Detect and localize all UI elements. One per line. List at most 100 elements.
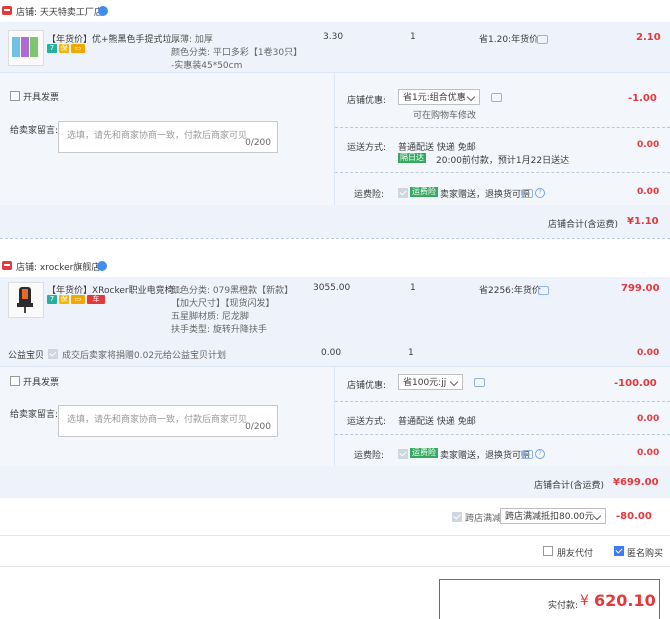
insurance-text: 卖家赠送，退换货可赔 bbox=[440, 190, 531, 200]
char-count: 0/200 bbox=[245, 422, 271, 432]
cross-store-row: 跨店满减 跨店满减抵扣80.00元 -80.00 bbox=[0, 499, 670, 536]
invoice-checkbox[interactable] bbox=[10, 376, 20, 386]
chat-icon[interactable] bbox=[522, 450, 533, 459]
shop-name-link[interactable]: 店铺: xrocker旗舰店 bbox=[16, 260, 100, 273]
insurance-tag: 运费险 bbox=[410, 448, 438, 458]
divider bbox=[335, 401, 670, 402]
insurance-checkbox[interactable] bbox=[398, 188, 408, 198]
seller-message-input[interactable]: 选填，请先和商家协商一致，付款后商家可见 0/200 bbox=[58, 405, 278, 437]
invoice-label: 开具发票 bbox=[23, 93, 60, 103]
promo-label: 店铺优惠: bbox=[347, 381, 387, 391]
message-placeholder: 选填，请先和商家协商一致，付款后商家可见 bbox=[67, 131, 248, 141]
divider bbox=[334, 73, 335, 205]
invoice-label: 开具发票 bbox=[23, 378, 60, 388]
wangwang-chat-icon[interactable] bbox=[98, 6, 108, 16]
divider bbox=[0, 238, 670, 239]
discount-note: 省1.20:年货价 bbox=[479, 35, 539, 45]
chat-icon[interactable] bbox=[537, 35, 548, 44]
shipping-label: 运送方式: bbox=[347, 143, 387, 153]
chat-icon[interactable] bbox=[491, 93, 502, 102]
guarantee-badge: 保 bbox=[59, 295, 69, 304]
cross-store-amount: -80.00 bbox=[616, 511, 652, 522]
gift-badge: 车 bbox=[87, 295, 105, 304]
insurance-checkbox[interactable] bbox=[398, 449, 408, 459]
shop-total: ¥699.00 bbox=[613, 477, 659, 488]
quantity: 1 bbox=[410, 32, 416, 42]
promo-label: 店铺优惠: bbox=[347, 96, 387, 106]
shop-header: 店铺: 天天特卖工厂店 bbox=[0, 0, 670, 22]
insurance-label: 运费险: bbox=[354, 190, 385, 200]
shipping-amount: 0.00 bbox=[637, 140, 660, 150]
item-subtotal: 2.10 bbox=[636, 32, 661, 43]
item-row: 【年货价】优+熊黑色手提式垃... 7 保 ▭ 厚薄: 加厚 颜色分类: 平口多… bbox=[0, 22, 670, 73]
unit-price: 3.30 bbox=[323, 32, 344, 42]
help-icon[interactable]: ? bbox=[535, 449, 545, 459]
promo-amount: -1.00 bbox=[628, 93, 657, 104]
promo-select[interactable]: 省1元:组合优惠 bbox=[398, 89, 480, 105]
unit-price: 3055.00 bbox=[313, 283, 351, 293]
chevron-down-icon bbox=[466, 92, 476, 102]
shipping-method: 普通配送 快递 免邮 bbox=[398, 143, 476, 153]
currency-symbol: ¥ bbox=[580, 593, 589, 609]
shop-total-label: 店铺合计(含运费) bbox=[548, 220, 619, 230]
shop-total-row: 店铺合计(含运费) ¥1.10 bbox=[0, 205, 670, 238]
grand-total-amount: 620.10 bbox=[594, 591, 656, 610]
cross-store-checkbox[interactable] bbox=[452, 512, 462, 522]
grand-total-box: 实付款: ¥ 620.10 bbox=[439, 579, 660, 619]
divider bbox=[334, 367, 335, 466]
spec-size: 【加大尺寸】【现货闪发】 bbox=[171, 299, 275, 309]
message-label: 给卖家留言: bbox=[10, 126, 59, 136]
friend-pay-label: 朋友代付 bbox=[557, 549, 594, 559]
spec-color: 颜色分类: 平口多彩【1卷30只】 bbox=[171, 48, 303, 58]
promo-select-value: 省1元:组合优惠 bbox=[403, 93, 466, 103]
charity-text: 成交后卖家将捐赠0.02元给公益宝贝计划 bbox=[62, 351, 227, 361]
cross-store-select-value: 跨店满减抵扣80.00元 bbox=[505, 512, 594, 522]
chevron-down-icon bbox=[449, 377, 459, 387]
product-thumbnail[interactable] bbox=[8, 282, 44, 318]
insurance-text: 卖家赠送，退换货可赔 bbox=[440, 451, 531, 461]
char-count: 0/200 bbox=[245, 138, 271, 148]
7day-return-badge: 7 bbox=[47, 295, 57, 304]
charity-checkbox[interactable] bbox=[48, 349, 58, 359]
anonymous-label: 匿名购买 bbox=[627, 549, 664, 559]
card-badge: ▭ bbox=[71, 295, 85, 304]
charity-price: 0.00 bbox=[321, 348, 342, 358]
guarantee-badge: 保 bbox=[59, 44, 69, 53]
next-day-tag: 隔日达 bbox=[398, 153, 426, 163]
spec-thickness: 厚薄: 加厚 bbox=[171, 35, 213, 45]
chat-icon[interactable] bbox=[474, 378, 485, 387]
cross-store-label: 跨店满减 bbox=[465, 514, 502, 524]
shop-total-row: 店铺合计(含运费) ¥699.00 bbox=[0, 466, 670, 498]
item-subtotal: 799.00 bbox=[621, 283, 660, 294]
shop-total: ¥1.10 bbox=[627, 216, 659, 227]
product-thumbnail[interactable] bbox=[8, 30, 44, 66]
divider bbox=[335, 127, 670, 128]
chevron-down-icon bbox=[592, 511, 602, 521]
friend-pay-checkbox[interactable] bbox=[543, 546, 553, 556]
delivery-note: 20:00前付款，预计1月22日送达 bbox=[436, 156, 570, 166]
insurance-amount: 0.00 bbox=[637, 448, 660, 458]
spec-base: 五星脚材质: 尼龙脚 bbox=[171, 312, 249, 322]
charity-label: 公益宝贝 bbox=[8, 351, 45, 361]
shop-total-label: 店铺合计(含运费) bbox=[534, 481, 605, 491]
invoice-checkbox[interactable] bbox=[10, 91, 20, 101]
store-icon bbox=[2, 261, 12, 270]
divider bbox=[335, 434, 670, 435]
shipping-amount: 0.00 bbox=[637, 414, 660, 424]
promo-select[interactable]: 省100元:jj bbox=[398, 374, 463, 390]
seller-message-input[interactable]: 选填，请先和商家协商一致，付款后商家可见 0/200 bbox=[58, 121, 278, 153]
shop-name-link[interactable]: 店铺: 天天特卖工厂店 bbox=[16, 5, 103, 18]
chat-icon[interactable] bbox=[538, 286, 549, 295]
wangwang-chat-icon[interactable] bbox=[97, 261, 107, 271]
card-badge: ▭ bbox=[71, 44, 85, 53]
discount-note: 省2256:年货价 bbox=[479, 286, 541, 296]
insurance-amount: 0.00 bbox=[637, 187, 660, 197]
quantity: 1 bbox=[410, 283, 416, 293]
anonymous-checkbox[interactable] bbox=[614, 546, 624, 556]
shop-header: 店铺: xrocker旗舰店 bbox=[0, 255, 670, 277]
help-icon[interactable]: ? bbox=[535, 188, 545, 198]
chat-icon[interactable] bbox=[522, 189, 533, 198]
cross-store-select[interactable]: 跨店满减抵扣80.00元 bbox=[500, 508, 606, 524]
insurance-tag: 运费险 bbox=[410, 187, 438, 197]
shipping-label: 运送方式: bbox=[347, 417, 387, 427]
